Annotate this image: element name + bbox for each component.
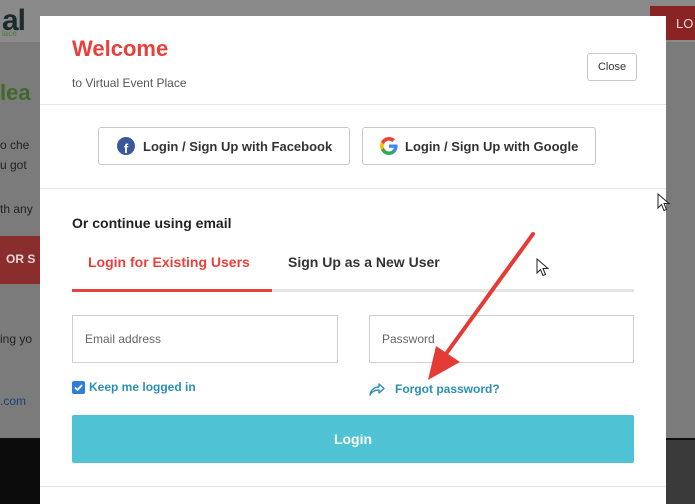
- annotation-arrow: [428, 232, 535, 380]
- mouse-cursor-icon: [657, 193, 671, 212]
- mouse-cursor-icon: [536, 258, 550, 277]
